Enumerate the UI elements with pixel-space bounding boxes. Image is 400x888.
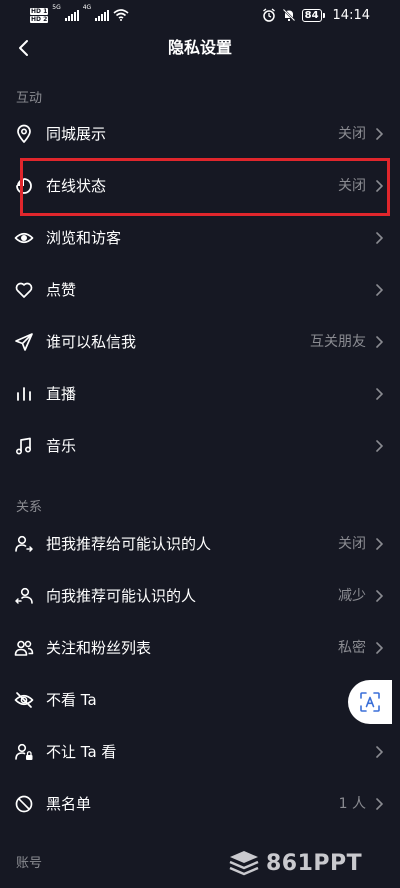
- block-icon: [14, 794, 34, 814]
- users-icon: [14, 638, 34, 658]
- row-label: 不看 Ta: [46, 691, 97, 709]
- row-label: 音乐: [46, 437, 77, 455]
- user-lock-icon: [14, 742, 34, 762]
- row-who-can-message[interactable]: 谁可以私信我 互关朋友: [0, 316, 400, 368]
- chevron-right-icon: [376, 284, 383, 296]
- row-blocklist[interactable]: 黑名单 1 人: [0, 778, 400, 830]
- page-title: 隐私设置: [167, 38, 232, 57]
- row-value: 减少: [338, 588, 366, 604]
- alarm-icon: [262, 8, 275, 22]
- row-recommend-me[interactable]: 把我推荐给可能认识的人 关闭: [0, 518, 400, 570]
- row-label: 浏览和访客: [46, 229, 122, 247]
- music-note-icon: [14, 436, 34, 456]
- chevron-right-icon: [376, 798, 383, 810]
- chevron-right-icon: [376, 642, 383, 654]
- row-views-visitors[interactable]: 浏览和访客: [0, 212, 400, 264]
- nav-bar: 隐私设置: [0, 30, 400, 66]
- signal-icon: [64, 9, 79, 21]
- watermark: 861PPT: [228, 846, 362, 880]
- row-value: 关闭: [338, 536, 366, 552]
- row-label: 关注和粉丝列表: [46, 639, 152, 657]
- live-bars-icon: [14, 384, 34, 404]
- row-local-display[interactable]: 同城展示 关闭: [0, 108, 400, 160]
- mute-bell-icon: [282, 8, 295, 22]
- hd1-badge: HD 1: [30, 7, 49, 15]
- status-bar: HD 1 HD 2 5G 4G 84 14:14: [0, 0, 400, 30]
- row-hide-from-them[interactable]: 不让 Ta 看: [0, 726, 400, 778]
- row-hide-their-content[interactable]: 不看 Ta: [0, 674, 400, 726]
- battery-tip: [322, 12, 325, 18]
- section-header-interaction: 互动: [16, 91, 43, 106]
- paper-plane-icon: [14, 332, 34, 352]
- row-value: 互关朋友: [310, 334, 366, 350]
- row-value: 1 人: [338, 796, 366, 812]
- chevron-right-icon: [376, 538, 383, 550]
- row-recommend-to-me[interactable]: 向我推荐可能认识的人 减少: [0, 570, 400, 622]
- network-type-1: 5G: [52, 4, 61, 11]
- row-label: 把我推荐给可能认识的人: [46, 535, 212, 553]
- row-label: 不让 Ta 看: [46, 743, 117, 761]
- eye-icon: [14, 228, 34, 248]
- row-value: 关闭: [338, 126, 366, 142]
- wifi-icon: [113, 9, 129, 21]
- chevron-right-icon: [376, 336, 383, 348]
- status-right: 84 14:14: [262, 0, 370, 30]
- row-live[interactable]: 直播: [0, 368, 400, 420]
- online-status-icon: [14, 176, 34, 196]
- hd2-badge: HD 2: [30, 15, 49, 23]
- row-label: 谁可以私信我: [46, 333, 137, 351]
- row-online-status[interactable]: 在线状态 关闭: [0, 160, 400, 212]
- row-label: 在线状态: [46, 177, 107, 195]
- user-recommend-icon: [14, 586, 34, 606]
- stack-logo-icon: [229, 851, 259, 876]
- battery-level: 84: [301, 8, 322, 22]
- watermark-text: 861PPT: [266, 850, 363, 876]
- network-type-2: 4G: [82, 4, 92, 11]
- row-music[interactable]: 音乐: [0, 420, 400, 472]
- eye-off-icon: [14, 690, 34, 710]
- location-pin-icon: [14, 124, 34, 144]
- row-label: 直播: [46, 385, 77, 403]
- row-label: 同城展示: [46, 125, 107, 143]
- section-header-relationship: 关系: [16, 500, 43, 515]
- chevron-right-icon: [376, 232, 383, 244]
- row-value: 私密: [338, 640, 366, 656]
- chevron-right-icon: [376, 388, 383, 400]
- status-left: HD 1 HD 2 5G 4G: [30, 2, 129, 28]
- row-label: 黑名单: [46, 795, 92, 813]
- chevron-right-icon: [376, 746, 383, 758]
- chevron-right-icon: [376, 590, 383, 602]
- row-label: 向我推荐可能认识的人: [46, 587, 197, 605]
- row-following-followers[interactable]: 关注和粉丝列表 私密: [0, 622, 400, 674]
- hd-indicators: HD 1 HD 2: [30, 7, 49, 23]
- battery-indicator: 84: [301, 8, 325, 22]
- scan-text-icon: [360, 692, 380, 712]
- row-value: 关闭: [338, 178, 366, 194]
- user-share-icon: [14, 534, 34, 554]
- heart-icon: [14, 280, 34, 300]
- chevron-right-icon: [376, 128, 383, 140]
- signal-icon-2: [95, 9, 110, 21]
- floating-assistant-button[interactable]: [348, 680, 392, 724]
- clock: 14:14: [332, 7, 370, 23]
- section-header-account: 账号: [16, 856, 43, 871]
- chevron-right-icon: [376, 440, 383, 452]
- row-likes[interactable]: 点赞: [0, 264, 400, 316]
- chevron-right-icon: [376, 180, 383, 192]
- row-label: 点赞: [46, 281, 77, 299]
